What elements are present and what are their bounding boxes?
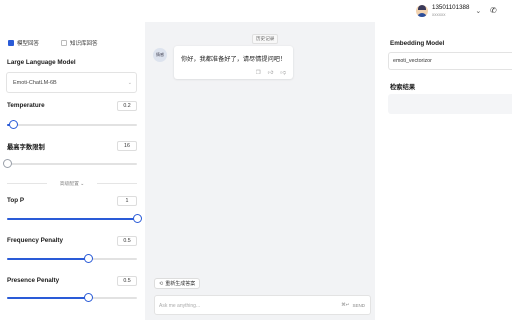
mode-knowledge-answer[interactable]: 知识库回答 <box>61 39 98 47</box>
user-info: 13501101388 xxxxxx <box>432 4 469 18</box>
frequency-penalty-slider[interactable] <box>7 254 137 263</box>
user-menu[interactable]: 13501101388 xxxxxx ⌄ <box>416 4 481 18</box>
retrieval-results-label: 检索结果 <box>390 84 416 91</box>
chat-input[interactable] <box>159 301 309 311</box>
top-p-slider[interactable] <box>7 214 142 223</box>
settings-sidebar: 模型回答 知识库回答 Large Language Model Emoti-Ch… <box>0 22 145 320</box>
chat-area: 历史记录 情感 你好，我都准备好了，请尽情提问吧！ ❐ 👍︎ 👎︎ ⟲ 重新生成… <box>145 22 375 320</box>
model-label: Large Language Model <box>7 59 76 66</box>
bot-message-bubble: 你好，我都准备好了，请尽情提问吧！ ❐ 👍︎ 👎︎ <box>174 46 293 79</box>
bot-avatar: 情感 <box>153 48 167 62</box>
user-subtitle: xxxxxx <box>432 12 446 17</box>
model-select[interactable]: Emoti-ChatLM-6B ⌄ <box>6 72 137 93</box>
temperature-slider[interactable] <box>7 120 137 129</box>
checkbox-unchecked-icon[interactable] <box>61 40 67 46</box>
thumbs-down-icon[interactable]: 👎︎ <box>280 70 286 76</box>
chevron-down-icon: ⌄ <box>80 182 85 187</box>
slider-thumb[interactable] <box>132 214 142 223</box>
mode-model-answer[interactable]: 模型回答 <box>8 39 39 47</box>
frequency-penalty-label: Frequency Penalty <box>7 237 63 244</box>
retrieval-results-box <box>388 94 512 114</box>
slider-fill <box>7 258 89 260</box>
chat-input-box: ⌘↵ SEND <box>154 295 371 315</box>
presence-penalty-value[interactable]: 0.5 <box>117 276 137 286</box>
slider-thumb[interactable] <box>9 120 18 129</box>
send-label: SEND <box>352 302 365 308</box>
send-button[interactable]: ⌘↵ SEND <box>341 302 365 308</box>
chevron-down-icon: ⌄ <box>127 80 132 86</box>
copy-icon[interactable]: ❐ <box>256 70 261 76</box>
advanced-config-toggle[interactable]: 高级配置 ⌄ <box>7 180 137 187</box>
slider-thumb[interactable] <box>2 159 12 168</box>
slider-fill <box>7 218 137 220</box>
presence-penalty-label: Presence Penalty <box>7 277 60 284</box>
mode-label: 模型回答 <box>17 41 40 47</box>
user-phone: 13501101388 <box>432 4 470 11</box>
top-bar: 13501101388 xxxxxx ⌄ ✆ <box>0 0 512 22</box>
embedding-model-select[interactable]: emoti_vectorizor <box>388 52 512 70</box>
bot-message-text: 你好，我都准备好了，请尽情提问吧！ <box>181 56 287 63</box>
model-select-value: Emoti-ChatLM-6B <box>13 80 57 86</box>
chevron-down-icon[interactable]: ⌄ <box>475 7 481 15</box>
slider-thumb[interactable] <box>84 293 94 302</box>
regenerate-button[interactable]: ⟲ 重新生成答案 <box>154 278 201 289</box>
temperature-label: Temperature <box>7 102 45 109</box>
max-chars-slider[interactable] <box>2 159 137 168</box>
checkbox-checked-icon[interactable] <box>8 40 14 46</box>
embedding-model-label: Embedding Model <box>390 40 445 47</box>
mode-label: 知识库回答 <box>70 41 98 47</box>
frequency-penalty-value[interactable]: 0.5 <box>117 236 137 246</box>
history-button[interactable]: 历史记录 <box>252 34 279 44</box>
presence-penalty-slider[interactable] <box>7 293 137 302</box>
avatar[interactable] <box>416 5 428 17</box>
thumbs-up-icon[interactable]: 👍︎ <box>268 70 274 76</box>
top-p-value[interactable]: 1 <box>117 196 137 206</box>
phone-icon[interactable]: ✆ <box>490 6 497 15</box>
enter-key-icon: ⌘↵ <box>341 302 350 307</box>
max-chars-label: 最高字数限制 <box>7 144 45 151</box>
top-p-label: Top P <box>7 197 25 204</box>
advanced-config-label: 高级配置 <box>59 182 79 187</box>
max-chars-value[interactable]: 16 <box>117 141 137 151</box>
refresh-icon: ⟲ <box>159 280 164 287</box>
message-actions: ❐ 👍︎ 👎︎ <box>256 70 286 76</box>
slider-thumb[interactable] <box>84 254 94 263</box>
regenerate-label: 重新生成答案 <box>165 281 196 287</box>
temperature-value[interactable]: 0.2 <box>117 101 137 111</box>
retrieval-panel: Embedding Model emoti_vectorizor 检索结果 <box>382 30 512 312</box>
slider-fill <box>7 297 89 299</box>
